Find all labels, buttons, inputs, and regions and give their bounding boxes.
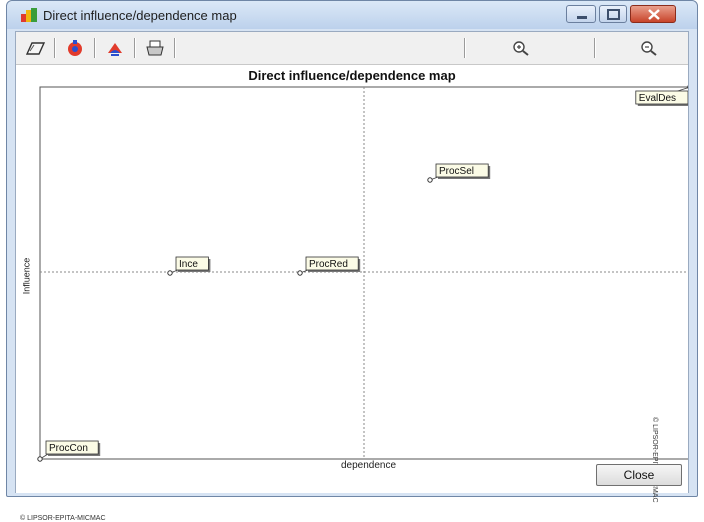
zoom-out-icon <box>638 39 660 57</box>
print-icon <box>144 39 166 57</box>
toolbar <box>16 32 688 64</box>
point-label: EvalDes <box>639 93 676 104</box>
point-proccon[interactable]: ProcCon <box>38 441 100 461</box>
toolbar-separator <box>464 38 465 58</box>
window-title: Direct influence/dependence map <box>43 8 237 23</box>
toolbar-separator <box>54 38 55 58</box>
color-icon <box>64 39 86 57</box>
point-label: ProcRed <box>309 259 348 270</box>
toolbar-separator <box>134 38 135 58</box>
minimize-button[interactable] <box>566 5 596 23</box>
maximize-button[interactable] <box>599 5 627 23</box>
influence-dependence-map: EvalDes ProcSel Ince ProcRed ProcCon <box>16 65 688 465</box>
open-icon <box>24 39 46 57</box>
zoom-in-button[interactable] <box>506 36 536 60</box>
app-icon <box>21 8 37 22</box>
close-window-button[interactable] <box>630 5 676 23</box>
toolbar-separator <box>174 38 175 58</box>
maximize-icon <box>600 6 628 24</box>
zoom-out-button[interactable] <box>634 36 664 60</box>
status-bar: © LIPSOR-EPITA-MICMAC Close <box>16 473 688 493</box>
micmac-window: Direct influence/dependence map <box>6 0 698 497</box>
color-button[interactable] <box>60 36 90 60</box>
copyright-text: © LIPSOR-EPITA-MICMAC <box>20 515 106 522</box>
client-area: Direct influence/dependence map Influenc… <box>15 31 689 493</box>
close-icon <box>631 6 677 24</box>
open-button[interactable] <box>20 36 50 60</box>
point-label: Ince <box>179 259 198 270</box>
point-procsel[interactable]: ProcSel <box>428 164 490 182</box>
toolbar-separator <box>594 38 595 58</box>
close-button[interactable]: Close <box>596 464 682 486</box>
print-button[interactable] <box>140 36 170 60</box>
toolbar-separator <box>94 38 95 58</box>
point-label: ProcSel <box>439 166 474 177</box>
x-axis-label: dependence <box>341 460 396 471</box>
point-marker <box>168 271 172 275</box>
plot-area: Direct influence/dependence map Influenc… <box>16 64 688 493</box>
point-marker <box>298 271 302 275</box>
point-marker <box>428 178 432 182</box>
point-marker <box>38 457 42 461</box>
copy-button[interactable] <box>100 36 130 60</box>
title-bar[interactable]: Direct influence/dependence map <box>7 1 697 29</box>
minimize-icon <box>567 6 597 24</box>
copy-icon <box>104 39 126 57</box>
zoom-in-icon <box>510 39 532 57</box>
point-evaldes[interactable]: EvalDes <box>636 85 688 106</box>
point-label: ProcCon <box>49 443 88 454</box>
